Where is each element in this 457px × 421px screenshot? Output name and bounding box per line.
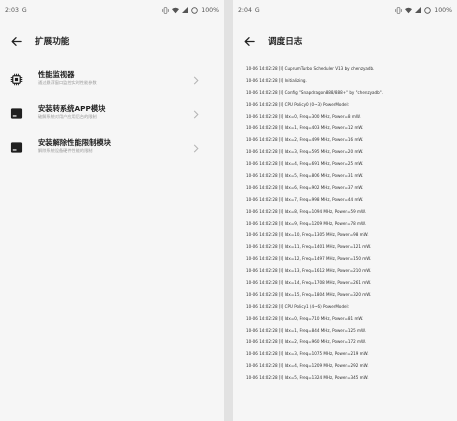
log-line: 10-06 14:02:28 [I] Idx=4, Freq=691 MHz, … (246, 161, 364, 167)
log-line: 10-06 14:02:28 [I] CPU Policy0 (0~3) Pow… (246, 101, 350, 107)
log-line: 10-06 14:02:28 [I] Idx=4, Freq=1209 MHz,… (246, 363, 369, 369)
carrier-label: G (254, 6, 260, 14)
battery-icon (191, 6, 199, 14)
app-bar: 扩展功能 (0, 27, 224, 55)
log-line: 10-06 14:02:28 [I] Idx=8, Freq=1094 MHz,… (246, 208, 366, 214)
log-line: 10-06 14:02:28 [I] Idx=1, Freq=844 MHz, … (246, 327, 366, 333)
log-line: 10-06 14:02:28 [I] Idx=2, Freq=960 MHz, … (246, 339, 366, 345)
status-time: 2:03 (5, 6, 19, 14)
log-line: 10-06 14:02:28 [I] Idx=2, Freq=499 MHz, … (246, 137, 364, 143)
log-line: 10-06 14:02:28 [I] Idx=6, Freq=902 MHz, … (246, 184, 364, 190)
menu-item-title: 安装转系统APP模块 (38, 104, 106, 113)
unlock-module-icon (10, 141, 23, 154)
carrier-label: G (21, 6, 27, 14)
log-line: 10-06 14:02:28 [I] Idx=15, Freq=1804 MHz… (246, 291, 372, 297)
status-bar: 2:04 G 100% (233, 0, 457, 20)
log-line: 10-06 14:02:28 [I] Idx=5, Freq=1324 MHz,… (246, 375, 369, 381)
menu-item-subtitle: 通过悬浮窗口监控实时性能参数 (38, 80, 97, 85)
log-line: 10-06 14:02:28 [I] Idx=12, Freq=1497 MHz… (246, 256, 372, 262)
menu-item-install-system-app-module[interactable]: 安装转系统APP模块 破解系统对用户应用后台的限制 (0, 99, 224, 130)
extensions-screen: 2:03 G 100% 扩展功能 性能监视器 通过悬浮窗口监控实时性能参数 安装… (0, 0, 224, 421)
app-bar: 调度日志 (233, 27, 457, 55)
log-line: 10-06 14:02:28 [I] Idx=11, Freq=1401 MHz… (246, 244, 372, 250)
battery-percent: 100% (434, 6, 452, 14)
chip-icon (10, 73, 23, 86)
log-line: 10-06 14:02:28 [I] Idx=13, Freq=1612 MHz… (246, 268, 372, 274)
status-time: 2:04 (238, 6, 252, 14)
page-title: 调度日志 (268, 37, 303, 47)
log-line: 10-06 14:02:28 [I] Idx=5, Freq=806 MHz, … (246, 173, 364, 179)
wifi-icon (172, 7, 180, 14)
log-line: 10-06 14:02:28 [I] Idx=14, Freq=1708 MHz… (246, 280, 372, 286)
signal-icon (182, 7, 189, 13)
back-arrow-icon[interactable] (243, 35, 255, 47)
menu-item-performance-monitor[interactable]: 性能监视器 通过悬浮窗口监控实时性能参数 (0, 65, 224, 96)
log-line: 10-06 14:02:28 [I] Idx=1, Freq=403 MHz, … (246, 125, 364, 131)
back-arrow-icon[interactable] (10, 35, 22, 47)
log-line: 10-06 14:02:28 [I] CuprumTurbo Scheduler… (246, 66, 375, 71)
menu-item-title: 安装解除性能限制模块 (38, 138, 111, 147)
vibrate-icon (395, 6, 402, 14)
scheduler-log-screen: 2:04 G 100% 调度日志 10-06 14:02:28 [I] Cupr… (233, 0, 457, 421)
chevron-right-icon (192, 143, 200, 153)
app-module-icon (10, 107, 23, 120)
vibrate-icon (162, 6, 169, 14)
wifi-icon (405, 7, 413, 14)
signal-icon (415, 7, 422, 13)
log-line: 10-06 14:02:28 [I] CPU Policy1 (4~6) Pow… (246, 303, 350, 309)
battery-percent: 100% (201, 6, 219, 14)
log-line: 10-06 14:02:28 [I] Idx=0, Freq=710 MHz, … (246, 315, 364, 321)
log-line: 10-06 14:02:28 [I] Idx=9, Freq=1209 MHz,… (246, 220, 366, 226)
log-line: 10-06 14:02:28 [I] Initializing. (246, 77, 307, 83)
log-line: 10-06 14:02:28 [I] Idx=0, Freq=300 MHz, … (246, 113, 361, 119)
log-line: 10-06 14:02:28 [I] Idx=10, Freq=1305 MHz… (246, 232, 369, 238)
log-line: 10-06 14:02:28 [I] Idx=3, Freq=595 MHz, … (246, 149, 364, 155)
extension-list: 性能监视器 通过悬浮窗口监控实时性能参数 安装转系统APP模块 破解系统对用户应… (0, 65, 224, 164)
battery-icon (424, 6, 432, 14)
menu-item-subtitle: 解除系统设备硬件性能的限制 (38, 148, 93, 153)
status-bar: 2:03 G 100% (0, 0, 224, 20)
page-title: 扩展功能 (35, 37, 70, 47)
log-line: 10-06 14:02:28 [I] Config "Snapdragon888… (246, 89, 383, 95)
chevron-right-icon (192, 75, 200, 85)
menu-item-install-unlock-performance-module[interactable]: 安装解除性能限制模块 解除系统设备硬件性能的限制 (0, 133, 224, 164)
log-line: 10-06 14:02:28 [I] Idx=7, Freq=998 MHz, … (246, 196, 364, 202)
menu-item-subtitle: 破解系统对用户应用后台的限制 (38, 114, 97, 119)
log-list[interactable]: 10-06 14:02:28 [I] CuprumTurbo Scheduler… (233, 63, 457, 384)
log-line: 10-06 14:02:28 [I] Idx=3, Freq=1075 MHz,… (246, 351, 369, 357)
chevron-right-icon (192, 109, 200, 119)
menu-item-title: 性能监视器 (38, 70, 75, 79)
